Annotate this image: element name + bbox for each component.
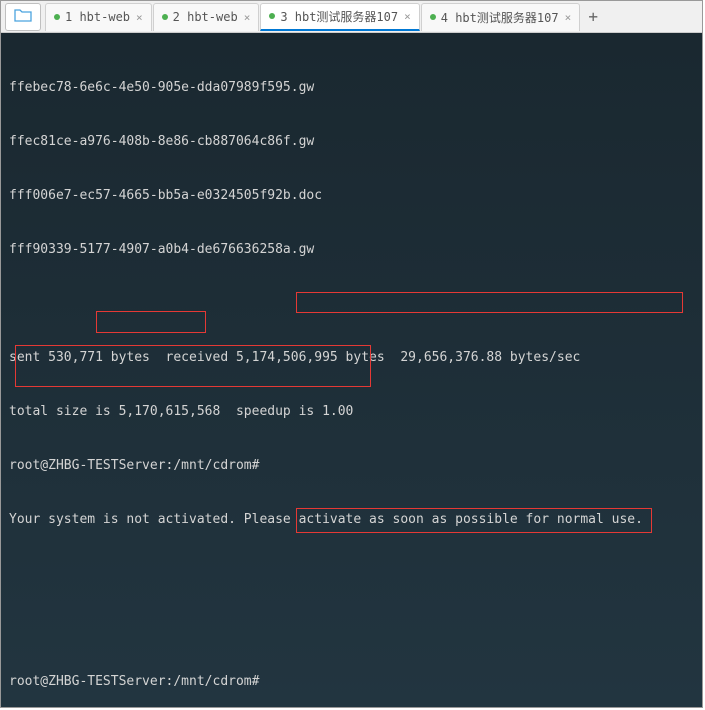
folder-button[interactable] — [5, 3, 41, 31]
terminal-line — [9, 295, 694, 313]
tab-1[interactable]: 1 hbt-web × — [45, 3, 152, 31]
terminal-line: ffec81ce-a976-408b-8e86-cb887064c86f.gw — [9, 133, 694, 151]
new-tab-button[interactable]: + — [581, 5, 605, 29]
tab-bar: 1 hbt-web × 2 hbt-web × 3 hbt测试服务器107 × … — [1, 1, 702, 33]
tab-label: 4 hbt测试服务器107 — [441, 9, 559, 26]
annotation-box-incremental — [96, 311, 206, 333]
tab-3[interactable]: 3 hbt测试服务器107 × — [260, 3, 419, 31]
terminal-line: root@ZHBG-TESTServer:/mnt/cdrom# — [9, 673, 694, 691]
tab-label: 2 hbt-web — [173, 10, 238, 24]
tab-label: 3 hbt测试服务器107 — [280, 8, 398, 25]
terminal-pane[interactable]: ffebec78-6e6c-4e50-905e-dda07989f595.gw … — [1, 33, 702, 707]
close-icon[interactable]: × — [404, 10, 411, 23]
status-dot-icon — [162, 14, 168, 20]
terminal-line: Your system is not activated. Please act… — [9, 511, 694, 529]
tab-label: 1 hbt-web — [65, 10, 130, 24]
terminal-line: total size is 5,170,615,568 speedup is 1… — [9, 403, 694, 421]
terminal-line: fff006e7-ec57-4665-bb5a-e0324505f92b.doc — [9, 187, 694, 205]
terminal-line — [9, 565, 694, 583]
close-icon[interactable]: × — [244, 11, 251, 24]
terminal-line: fff90339-5177-4907-a0b4-de676636258a.gw — [9, 241, 694, 259]
status-dot-icon — [430, 14, 436, 20]
tab-4[interactable]: 4 hbt测试服务器107 × — [421, 3, 580, 31]
terminal-line: sent 530,771 bytes received 5,174,506,99… — [9, 349, 694, 367]
close-icon[interactable]: × — [565, 11, 572, 24]
status-dot-icon — [269, 13, 275, 19]
terminal-content: ffebec78-6e6c-4e50-905e-dda07989f595.gw … — [9, 43, 694, 707]
folder-icon — [14, 7, 32, 26]
terminal-line: root@ZHBG-TESTServer:/mnt/cdrom# — [9, 457, 694, 475]
terminal-line: ffebec78-6e6c-4e50-905e-dda07989f595.gw — [9, 79, 694, 97]
terminal-line — [9, 619, 694, 637]
close-icon[interactable]: × — [136, 11, 143, 24]
status-dot-icon — [54, 14, 60, 20]
tab-2[interactable]: 2 hbt-web × — [153, 3, 260, 31]
